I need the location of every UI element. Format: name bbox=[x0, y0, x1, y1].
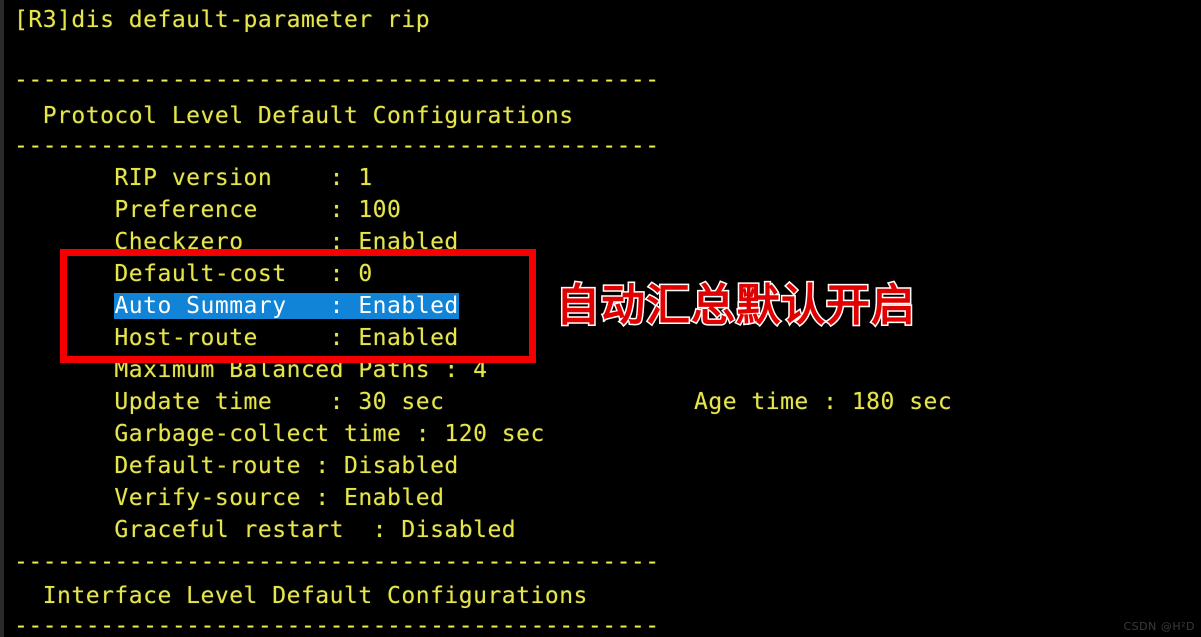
command-prompt-line[interactable]: [R3]dis default-parameter rip bbox=[14, 4, 430, 36]
row-default-route: Default-route : Disabled bbox=[14, 453, 459, 479]
row-default-cost: Default-cost : 0 bbox=[14, 261, 373, 287]
row-auto-summary-selection[interactable]: Auto Summary : Enabled bbox=[114, 293, 459, 319]
row-update-time: Update time : 30 sec bbox=[14, 389, 445, 415]
separator-rule-above-interface: ----------------------------------------… bbox=[14, 549, 660, 575]
row-age-time: Age time : 180 sec bbox=[694, 389, 953, 415]
terminal-screenshot: [R3]dis default-parameter rip ----------… bbox=[0, 0, 1201, 637]
interface-section-title: Interface Level Default Configurations bbox=[14, 583, 588, 609]
separator-rule-top: ----------------------------------------… bbox=[14, 67, 660, 93]
protocol-section-title: Protocol Level Default Configurations bbox=[14, 103, 574, 129]
row-garbage-collect-time: Garbage-collect time : 120 sec bbox=[14, 421, 545, 447]
row-auto-summary-indent bbox=[14, 293, 114, 319]
row-preference: Preference : 100 bbox=[14, 197, 402, 223]
csdn-watermark: CSDN @H²D bbox=[1123, 620, 1195, 633]
separator-rule-under-protocol: ----------------------------------------… bbox=[14, 133, 660, 159]
row-host-route: Host-route : Enabled bbox=[14, 325, 459, 351]
row-maximum-balanced-paths: Maximum Balanced Paths : 4 bbox=[14, 357, 488, 383]
row-rip-version: RIP version : 1 bbox=[14, 165, 373, 191]
row-verify-source: Verify-source : Enabled bbox=[14, 485, 445, 511]
separator-rule-bottom: ----------------------------------------… bbox=[14, 613, 660, 637]
annotation-caption: 自动汇总默认开启 bbox=[555, 279, 917, 332]
row-graceful-restart: Graceful restart : Disabled bbox=[14, 517, 517, 543]
row-checkzero: Checkzero : Enabled bbox=[14, 229, 459, 255]
row-auto-summary[interactable]: Auto Summary : Enabled bbox=[14, 290, 459, 322]
